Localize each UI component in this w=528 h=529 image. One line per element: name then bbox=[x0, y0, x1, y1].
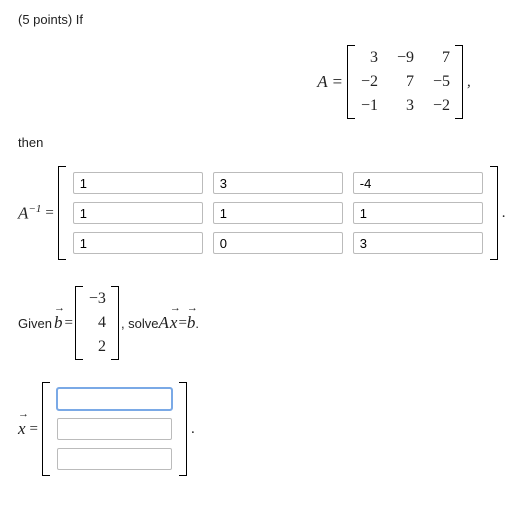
x-input-1[interactable] bbox=[57, 418, 172, 440]
given-end: . bbox=[195, 316, 199, 331]
b-1: 4 bbox=[88, 314, 106, 332]
a-inverse-trailing: . bbox=[502, 205, 506, 222]
x-trailing: . bbox=[191, 421, 195, 438]
b-var-2: b bbox=[187, 313, 196, 333]
a-0-1: −9 bbox=[396, 49, 414, 67]
given-eq2: = bbox=[178, 315, 186, 332]
ainv-input-0-1[interactable] bbox=[213, 172, 343, 194]
then-text: then bbox=[18, 135, 510, 150]
a-2-1: 3 bbox=[396, 97, 414, 115]
a-inverse-eq: = bbox=[45, 205, 53, 222]
a-0-2: 7 bbox=[432, 49, 450, 67]
x-input-2[interactable] bbox=[57, 448, 172, 470]
a-1-1: 7 bbox=[396, 73, 414, 91]
matrix-a-trailing: , bbox=[467, 74, 471, 91]
question-points: (5 points) If bbox=[18, 12, 510, 29]
matrix-a-definition: A = 3 −9 7 −2 7 −5 −1 3 −2 , bbox=[18, 45, 510, 119]
x-eq: = bbox=[30, 421, 38, 438]
a-inverse-label: A−1 bbox=[18, 203, 41, 224]
ainv-input-2-0[interactable] bbox=[73, 232, 203, 254]
given-mid: , solve bbox=[121, 316, 159, 331]
x-solution-row: x = . bbox=[18, 382, 510, 476]
b-0: −3 bbox=[88, 290, 106, 308]
x-var: x bbox=[170, 313, 178, 333]
b-2: 2 bbox=[88, 338, 106, 356]
a-1-2: −5 bbox=[432, 73, 450, 91]
matrix-a-label: A = bbox=[317, 72, 343, 92]
given-eq1: = bbox=[64, 315, 72, 332]
ainv-input-1-0[interactable] bbox=[73, 202, 203, 224]
a-1-0: −2 bbox=[360, 73, 378, 91]
ainv-input-2-2[interactable] bbox=[353, 232, 483, 254]
a-inverse-matrix bbox=[58, 166, 498, 260]
ainv-input-0-2[interactable] bbox=[353, 172, 483, 194]
ainv-input-2-1[interactable] bbox=[213, 232, 343, 254]
ainv-input-1-1[interactable] bbox=[213, 202, 343, 224]
a-0-0: 3 bbox=[360, 49, 378, 67]
given-row: Given b = −3 4 2 , solve A x = b . bbox=[18, 286, 510, 360]
ainv-input-0-0[interactable] bbox=[73, 172, 203, 194]
given-prefix: Given bbox=[18, 316, 52, 331]
b-var: b bbox=[54, 313, 63, 333]
x-label: x bbox=[18, 419, 26, 439]
matrix-a: 3 −9 7 −2 7 −5 −1 3 −2 bbox=[347, 45, 463, 119]
points-text: (5 points) If bbox=[18, 12, 83, 27]
A-var: A bbox=[159, 313, 169, 333]
a-inverse-row: A−1 = . bbox=[18, 166, 510, 260]
x-input-0[interactable] bbox=[57, 388, 172, 410]
ainv-input-1-2[interactable] bbox=[353, 202, 483, 224]
b-vector: −3 4 2 bbox=[75, 286, 119, 360]
a-2-0: −1 bbox=[360, 97, 378, 115]
x-vector-inputs bbox=[42, 382, 187, 476]
a-2-2: −2 bbox=[432, 97, 450, 115]
